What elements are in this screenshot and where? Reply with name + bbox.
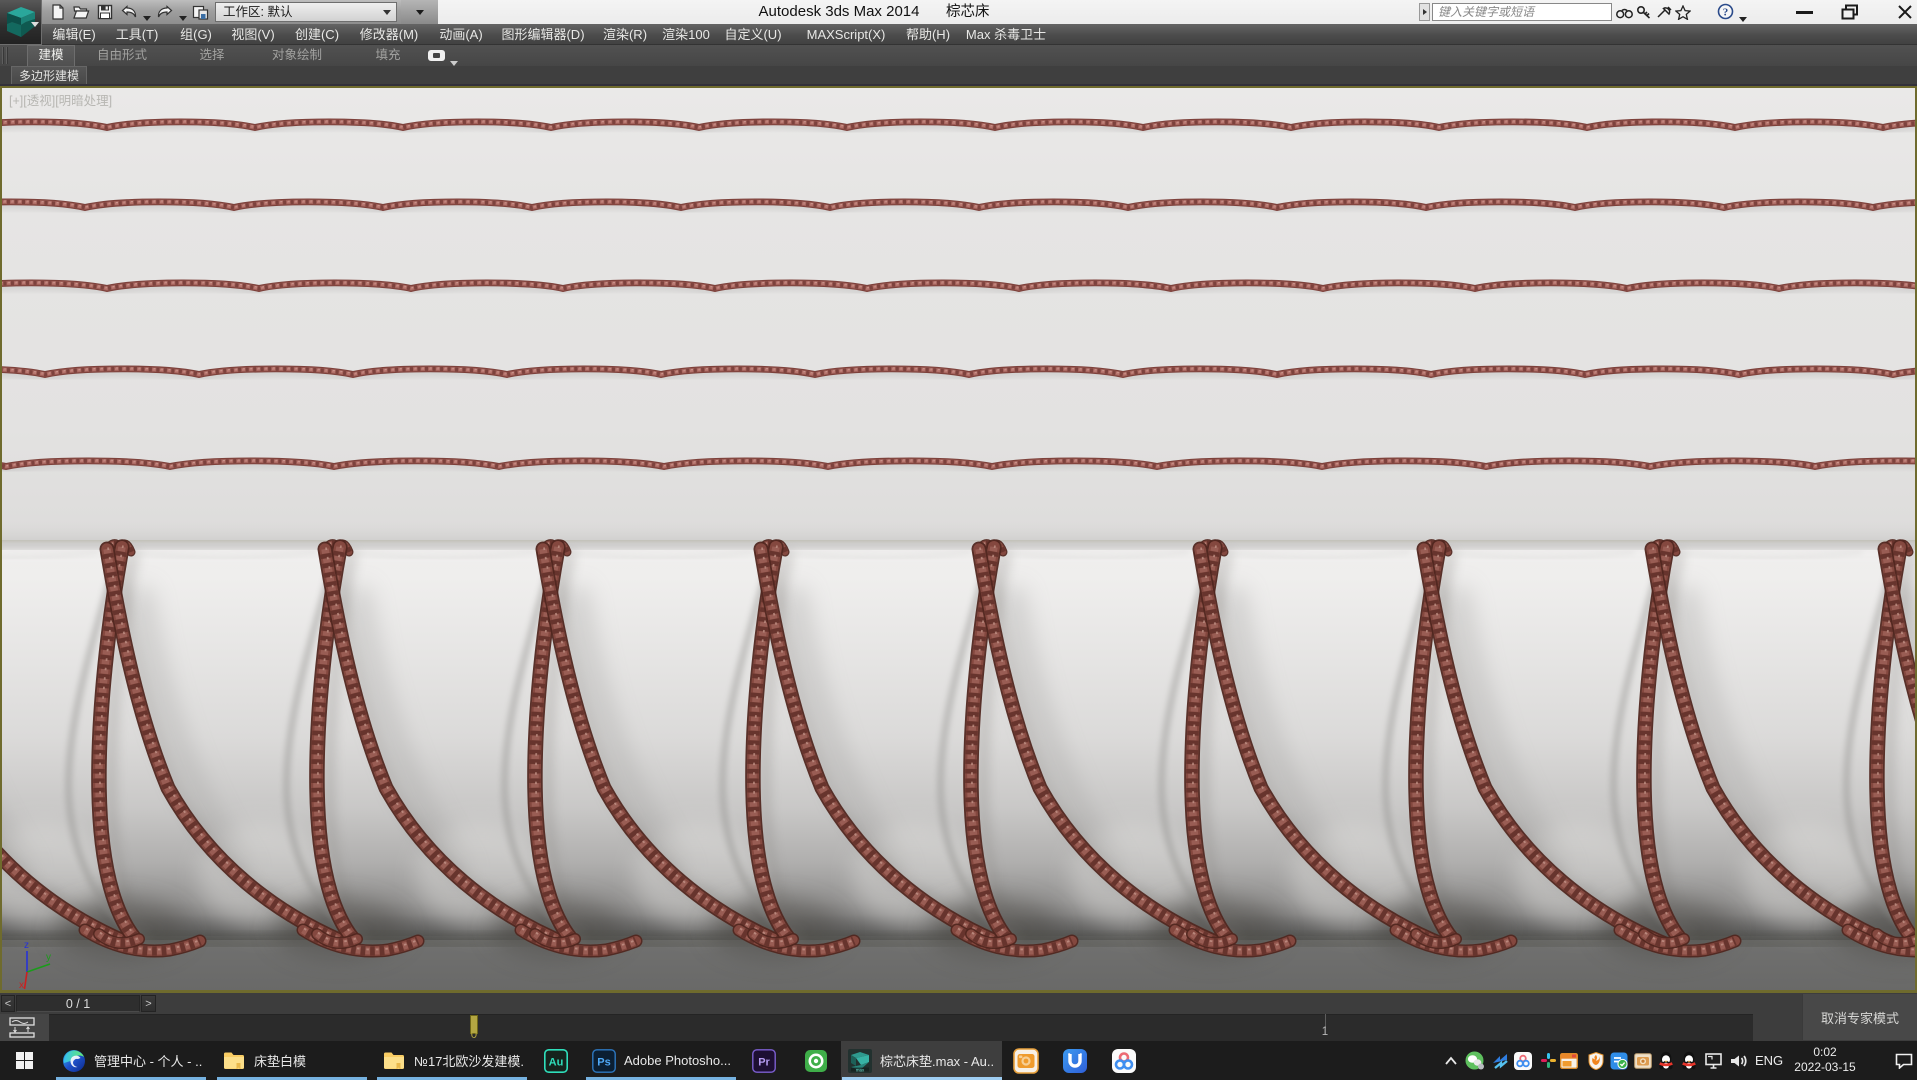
svg-text:z: z — [24, 940, 29, 951]
svg-text:y: y — [46, 952, 51, 963]
svg-text:[+][透视][明暗处理]: [+][透视][明暗处理] — [9, 93, 112, 108]
svg-text:?: ? — [1723, 7, 1729, 19]
svg-text:Ps: Ps — [597, 1056, 610, 1068]
svg-text:Au: Au — [549, 1056, 564, 1068]
svg-text:max: max — [856, 1067, 865, 1072]
svg-text:Pr: Pr — [758, 1056, 770, 1068]
svg-text:x: x — [19, 980, 24, 990]
